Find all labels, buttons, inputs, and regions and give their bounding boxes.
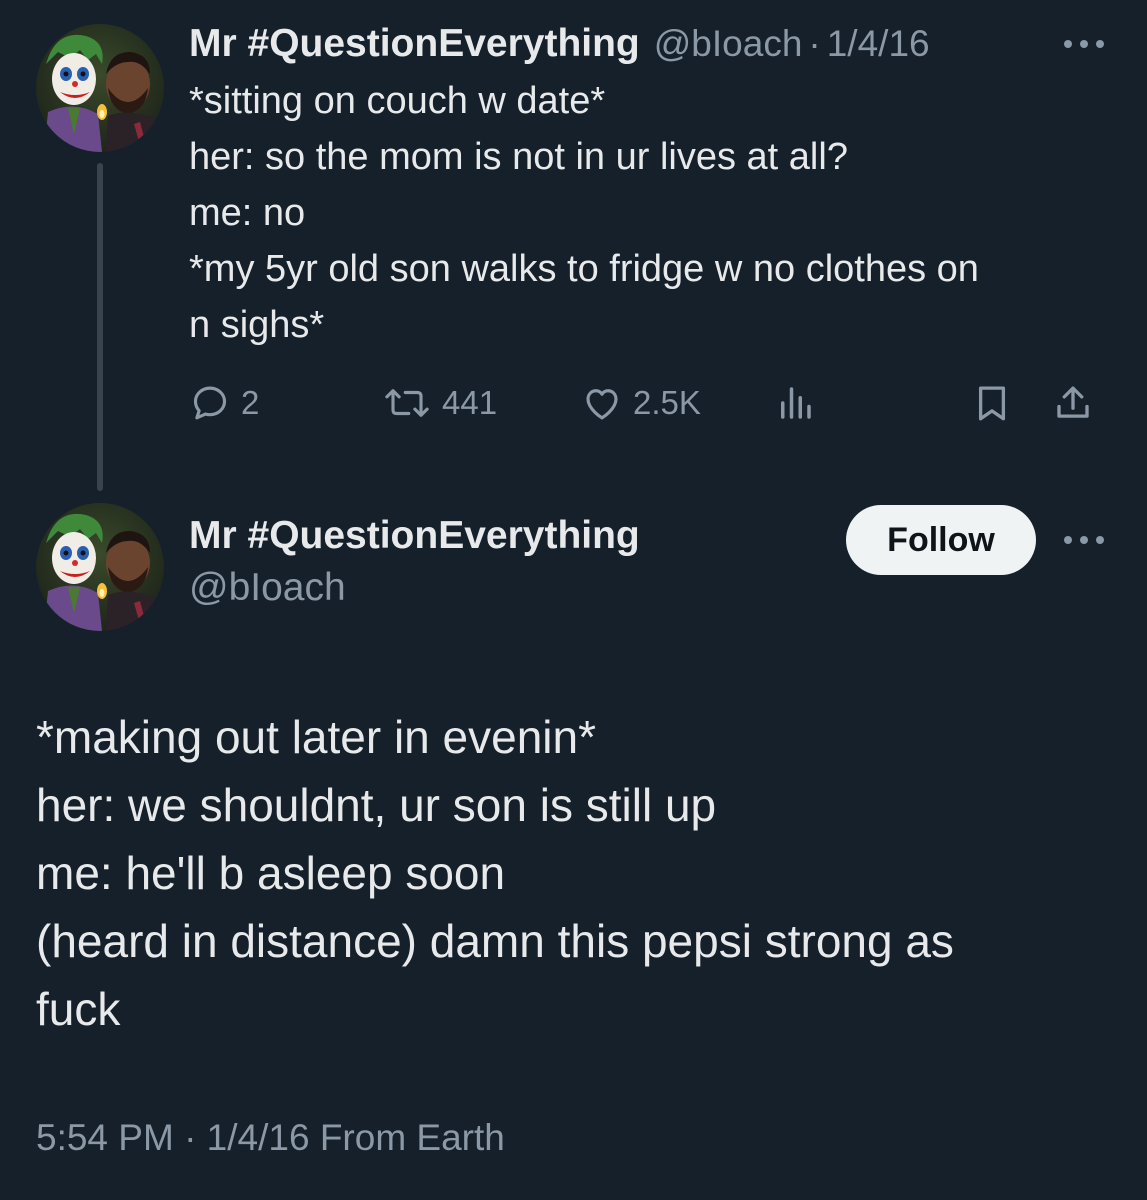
- like-count: 2.5K: [633, 384, 701, 421]
- avatar[interactable]: [36, 503, 164, 631]
- retweet-count: 441: [442, 384, 498, 421]
- tweet-text-line: (heard in distance) damn this pepsi stro…: [36, 915, 954, 967]
- avatar-joker-and-man-icon: [36, 24, 164, 152]
- tweet-text-line: her: we shouldnt, ur son is still up: [36, 779, 717, 831]
- thread-connector-line: [97, 163, 103, 491]
- avatar-joker-and-man-icon: [36, 503, 164, 631]
- tweet-text-line: me: no: [189, 192, 306, 234]
- tweet-text-line: her: so the mom is not in ur lives at al…: [189, 136, 848, 178]
- tweet-text-line: me: he'll b asleep soon: [36, 847, 506, 899]
- main-tweet-text: *making out later in evenin* her: we sho…: [36, 703, 1116, 1043]
- tweet-text-line: *making out later in evenin*: [36, 711, 596, 763]
- thread-tweet-header: Mr #QuestionEverything @bIoach · 1/4/16: [189, 18, 1109, 70]
- user-handle[interactable]: @bIoach: [189, 566, 346, 610]
- reply-button[interactable]: 2: [189, 378, 259, 428]
- retweet-icon: [385, 389, 429, 417]
- views-button[interactable]: [774, 378, 816, 428]
- user-handle[interactable]: @bIoach: [654, 23, 803, 65]
- display-name[interactable]: Mr #QuestionEverything: [189, 22, 640, 66]
- heart-icon: [586, 389, 618, 420]
- views-icon: [781, 387, 811, 419]
- tweet-date[interactable]: 1/4/16: [827, 23, 930, 65]
- more-icon[interactable]: [1062, 36, 1106, 52]
- tweet-action-bar: 2 441 2.5K: [189, 378, 1109, 428]
- share-button[interactable]: [1052, 378, 1094, 428]
- bookmark-icon: [978, 386, 1006, 421]
- bookmark-button[interactable]: [971, 378, 1013, 428]
- display-name[interactable]: Mr #QuestionEverything: [189, 514, 640, 558]
- reply-icon: [193, 386, 227, 420]
- reply-count: 2: [241, 384, 260, 421]
- like-button[interactable]: 2.5K: [581, 378, 701, 428]
- separator-dot: ·: [808, 23, 821, 64]
- avatar[interactable]: [36, 24, 164, 152]
- tweet-text-line: *sitting on couch w date*: [189, 80, 606, 122]
- retweet-button[interactable]: 441: [382, 378, 497, 428]
- tweet-text-line: *my 5yr old son walks to fridge w no clo…: [189, 248, 979, 290]
- more-icon[interactable]: [1062, 532, 1106, 548]
- tweet-timestamp[interactable]: 5:54 PM · 1/4/16 From Earth: [36, 1117, 505, 1159]
- tweet-text-line: fuck: [36, 983, 121, 1035]
- thread-tweet-text: *sitting on couch w date* her: so the mo…: [189, 73, 1119, 353]
- tweet-text-line: n sighs*: [189, 304, 325, 346]
- share-icon: [1057, 386, 1089, 418]
- follow-button[interactable]: Follow: [846, 505, 1036, 575]
